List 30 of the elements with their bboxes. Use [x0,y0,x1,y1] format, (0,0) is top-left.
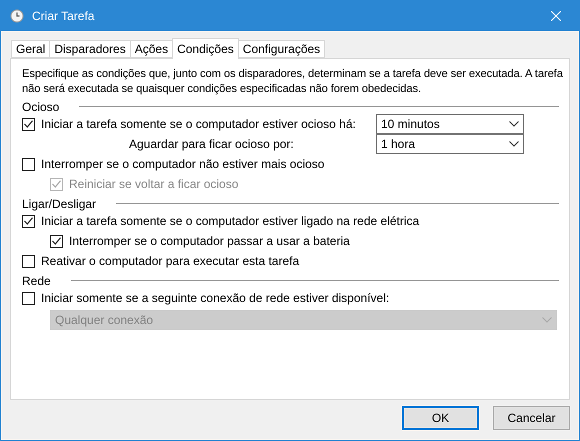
tab[interactable]: Disparadores [49,40,131,58]
checkbox[interactable]: Iniciar somente se a seguinte conexão de rede estiver disponível: [22,288,390,308]
checkmark-icon [24,120,33,128]
checkbox[interactable]: Iniciar a tarefa somente se o computador estiver ocioso há: [22,114,376,134]
cancel-button[interactable]: Cancelar [493,406,570,430]
dropdown[interactable]: 10 minutos [376,114,524,134]
chevron-down-icon [509,121,519,127]
field-label: Aguardar para ficar ocioso por: [128,137,295,151]
section-title: Rede [22,274,51,288]
chevron-down-icon [542,317,552,323]
clock-icon [10,9,24,23]
checkbox[interactable]: Interromper se o computador não estiver mais ocioso [22,154,376,174]
section-title: Ligar/Desligar [22,196,96,210]
checkmark-icon [52,180,61,188]
checkbox[interactable]: Interromper se o computador passar a usar a bateria [50,232,376,250]
section-title: Ocioso [22,100,60,114]
window-title: Criar Tarefa [32,9,96,23]
tab[interactable]: Condições [172,38,239,59]
tab[interactable]: Geral [11,40,50,58]
close-icon [551,11,561,21]
tab[interactable]: Configurações [238,40,326,58]
checkbox[interactable]: Reativar o computador para executar esta tarefa [22,252,376,270]
description-text: Especifique as condições que, junto com os disparadores, determinam se a tarefa deve ser executada. A tarefa não será executada se quaisquer condições especificadas não forem obedecidas. [22,67,564,97]
tab[interactable]: Ações [130,40,174,58]
chevron-down-icon [509,141,519,147]
ok-button[interactable]: OK [402,406,479,430]
checkmark-icon [24,217,33,225]
checkmark-icon [52,237,61,245]
checkbox[interactable]: Iniciar a tarefa somente se o computador estiver ligado na rede elétrica [22,212,420,230]
dropdown[interactable]: 1 hora [376,134,524,154]
